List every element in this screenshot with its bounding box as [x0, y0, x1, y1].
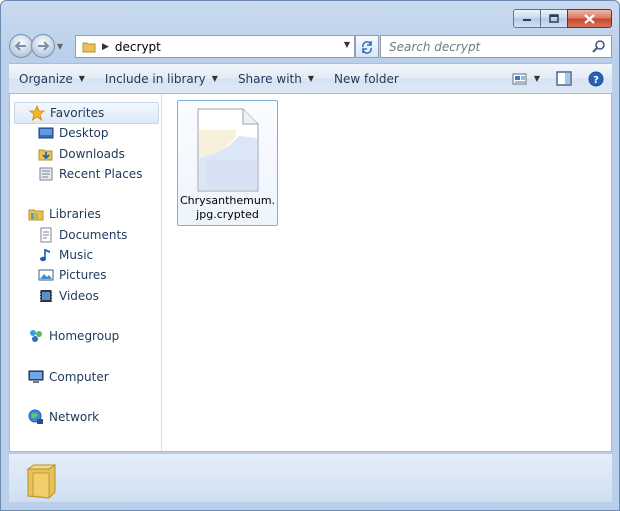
navigation-bar: ▼ ▶ decrypt ▼ — [9, 34, 612, 60]
sidebar-item-label: Documents — [59, 228, 128, 242]
content-area: Favorites Desktop Downloads Recent Place… — [9, 93, 612, 452]
include-in-library-label: Include in library — [104, 71, 206, 86]
search-icon[interactable] — [592, 39, 606, 53]
address-bar[interactable]: ▶ decrypt ▼ — [75, 35, 355, 58]
forward-arrow-icon — [38, 41, 49, 51]
share-with-label: Share with — [237, 71, 302, 86]
new-folder-label: New folder — [334, 71, 399, 86]
search-box[interactable] — [380, 35, 612, 58]
preview-pane-button[interactable] — [548, 64, 580, 93]
sidebar-item-label: Libraries — [49, 207, 101, 221]
sidebar-item-documents[interactable]: Documents — [38, 225, 127, 245]
chevron-down-icon: ▼ — [211, 74, 218, 83]
navigation-pane: Favorites Desktop Downloads Recent Place… — [10, 94, 162, 451]
file-name: Chrysanthemum. jpg.crypted — [178, 194, 277, 222]
videos-icon — [38, 288, 54, 304]
breadcrumb-path[interactable]: decrypt — [115, 40, 161, 54]
music-icon — [38, 247, 54, 263]
sidebar-item-computer[interactable]: Computer — [28, 367, 109, 387]
sidebar-item-label: Music — [59, 248, 94, 262]
forward-button[interactable] — [31, 34, 55, 58]
back-arrow-icon — [15, 41, 26, 51]
sidebar-item-label: Homegroup — [49, 329, 120, 343]
address-dropdown-icon[interactable]: ▼ — [344, 40, 350, 49]
svg-text:?: ? — [593, 75, 599, 86]
sidebar-item-downloads[interactable]: Downloads — [38, 144, 125, 164]
homegroup-icon — [28, 328, 44, 344]
sidebar-item-label: Recent Places — [59, 167, 143, 181]
file-icon — [197, 108, 259, 192]
sidebar-item-pictures[interactable]: Pictures — [38, 265, 107, 285]
sidebar-item-label: Network — [49, 410, 100, 424]
star-icon — [29, 105, 45, 121]
close-button[interactable] — [567, 9, 612, 28]
preview-pane-icon — [556, 71, 572, 86]
computer-icon — [28, 369, 44, 385]
close-icon — [584, 13, 595, 24]
command-bar: Organize ▼ Include in library ▼ Share with… — [9, 63, 612, 93]
search-input[interactable] — [387, 38, 581, 55]
sidebar-item-recent-places[interactable]: Recent Places — [38, 164, 142, 184]
sidebar-item-label: Downloads — [59, 147, 125, 161]
sidebar-item-network[interactable]: Network — [28, 407, 99, 427]
new-folder-button[interactable]: New folder — [324, 64, 409, 93]
help-button[interactable]: ? — [580, 64, 612, 93]
sidebar-item-label: Pictures — [59, 268, 107, 282]
include-in-library-button[interactable]: Include in library ▼ — [95, 64, 228, 93]
sidebar-item-label: Computer — [49, 370, 109, 384]
refresh-icon — [362, 40, 372, 54]
desktop-icon — [38, 125, 54, 141]
chevron-down-icon: ▼ — [307, 74, 314, 83]
folder-icon — [82, 42, 96, 52]
sidebar-item-label: Favorites — [50, 106, 105, 120]
breadcrumb-chevron-icon[interactable]: ▶ — [102, 42, 109, 52]
file-name-line: jpg.crypted — [196, 208, 259, 221]
recent-places-icon — [38, 166, 54, 182]
change-view-button[interactable]: ▼ — [504, 64, 548, 93]
sidebar-item-videos[interactable]: Videos — [38, 286, 99, 306]
organize-label: Organize — [19, 71, 73, 86]
view-icon — [512, 73, 527, 84]
sidebar-item-homegroup[interactable]: Homegroup — [28, 326, 119, 346]
sidebar-item-desktop[interactable]: Desktop — [38, 123, 109, 143]
explorer-window: ▼ ▶ decrypt ▼ Search decrypt Organize ▼ … — [0, 0, 620, 511]
maximize-button[interactable] — [540, 9, 568, 28]
pictures-icon — [38, 267, 54, 283]
file-name-line: Chrysanthemum. — [179, 194, 276, 207]
caption-buttons — [513, 9, 612, 28]
organize-button[interactable]: Organize ▼ — [9, 64, 95, 93]
documents-icon — [38, 227, 54, 243]
sidebar-item-label: Desktop — [59, 126, 109, 140]
recent-pages-dropdown[interactable]: ▼ — [55, 35, 65, 57]
sidebar-item-libraries[interactable]: Libraries — [28, 204, 101, 224]
network-icon — [28, 409, 44, 425]
chevron-down-icon[interactable]: ▼ — [534, 74, 540, 83]
sidebar-item-favorites[interactable]: Favorites — [14, 102, 159, 124]
file-item[interactable]: Chrysanthemum. jpg.crypted — [177, 100, 278, 226]
sidebar-item-music[interactable]: Music — [38, 245, 93, 265]
maximize-icon — [549, 14, 559, 23]
refresh-button[interactable] — [355, 35, 379, 58]
minimize-button[interactable] — [513, 9, 541, 28]
help-icon: ? — [588, 71, 604, 86]
minimize-icon — [523, 18, 531, 21]
folder-icon — [26, 464, 57, 499]
sidebar-item-label: Videos — [59, 289, 99, 303]
downloads-folder-icon — [38, 146, 54, 162]
share-with-button[interactable]: Share with ▼ — [228, 64, 324, 93]
chevron-down-icon: ▼ — [78, 74, 85, 83]
libraries-icon — [28, 206, 44, 222]
back-button[interactable] — [9, 34, 33, 58]
file-list: Chrysanthemum. jpg.crypted — [162, 94, 611, 451]
details-pane — [9, 453, 612, 502]
